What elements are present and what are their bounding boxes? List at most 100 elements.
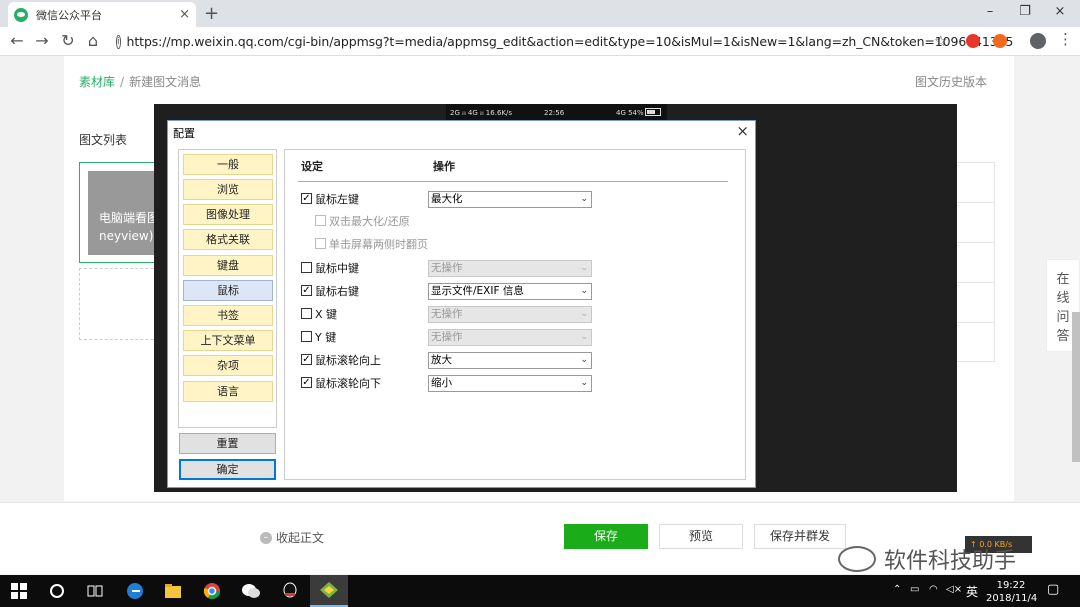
dialog-title: 配置 [173,127,195,140]
phone-battery-text: 4G 54% [616,108,644,117]
ask-char-1: 在 [1056,272,1070,287]
right-button-action-select[interactable]: 显示文件/EXIF 信息 ⌄ [428,283,592,300]
x-button-action-select: 无操作 ⌄ [428,306,592,323]
windows-start-icon[interactable] [0,575,38,607]
volume-mute-icon[interactable]: ◁× [946,584,962,595]
browser-menu-icon[interactable]: ⋮ [1058,30,1073,48]
chevron-down-icon: ⌄ [580,355,588,365]
y-button-label: Y 键 [315,331,337,344]
site-info-icon[interactable]: i [116,34,121,49]
collapse-body-button[interactable]: – 收起正文 [260,529,324,546]
chevron-down-icon: ⌄ [580,194,588,204]
maximize-button[interactable]: ❐ [1010,4,1040,19]
close-window-button[interactable]: × [1045,4,1075,19]
qq-icon[interactable] [271,575,309,607]
preview-button[interactable]: 预览 [659,524,743,549]
battery-tray-icon[interactable]: ▭ [910,584,919,595]
breadcrumb: 素材库 / 新建图文消息 [79,73,201,90]
breadcrumb-library-link[interactable]: 素材库 [79,75,115,89]
watermark: 软件科技助手 [838,543,1016,575]
single-click-label: 单击屏幕两侧时翻页 [329,238,428,251]
nav-item-language[interactable]: 语言 [183,381,273,402]
tray-up-arrow-icon[interactable]: ⌃ [893,584,901,595]
page-scrollbar[interactable] [1072,312,1080,462]
breadcrumb-separator: / [120,75,125,89]
nav-item-file-association[interactable]: 格式关联 [183,229,273,250]
y-button-action-value: 无操作 [431,331,463,343]
tab-title: 微信公众平台 [36,8,102,22]
reload-icon[interactable]: ↻ [57,31,79,50]
extension-orange-icon[interactable] [993,34,1007,48]
image-viewer-taskbar-icon[interactable] [310,575,348,607]
account-icon[interactable] [1030,33,1046,49]
cortana-search-icon[interactable] [38,575,76,607]
new-tab-button[interactable]: + [204,3,219,24]
chevron-down-icon: ⌄ [580,286,588,296]
dialog-close-icon[interactable]: × [736,122,749,140]
browser-tab[interactable]: 微信公众平台 × [8,2,196,27]
nav-item-general[interactable]: 一般 [183,154,273,175]
edge-browser-icon[interactable] [116,575,154,607]
wheel-up-action-value: 放大 [431,354,452,366]
right-button-checkbox[interactable]: ✓ [301,285,312,296]
wheel-down-label: 鼠标滚轮向下 [315,377,381,390]
nav-item-mouse[interactable]: 鼠标 [183,280,273,301]
collapse-body-label: 收起正文 [276,531,325,545]
extension-opera-icon[interactable] [966,34,980,48]
tab-close-icon[interactable]: × [179,7,190,22]
wechat-icon[interactable] [232,575,270,607]
y-button-checkbox[interactable] [301,331,312,342]
column-header-setting: 设定 [301,160,323,173]
ok-button[interactable]: 确定 [179,459,276,480]
chevron-down-icon: ⌄ [580,263,588,273]
left-button-action-select[interactable]: 最大化 ⌄ [428,191,592,208]
chevron-down-icon: ⌄ [580,378,588,388]
notification-icon[interactable]: ▢ [1047,582,1059,597]
wheel-down-checkbox[interactable]: ✓ [301,377,312,388]
ask-char-2: 线 [1056,291,1070,306]
save-and-publish-button[interactable]: 保存并群发 [754,524,846,549]
address-bar[interactable]: i https://mp.weixin.qq.com/cgi-bin/appms… [110,30,1013,53]
middle-button-checkbox[interactable] [301,262,312,273]
wheel-down-action-select[interactable]: 缩小 ⌄ [428,375,592,392]
url-text[interactable]: https://mp.weixin.qq.com/cgi-bin/appmsg?… [127,34,1014,49]
nav-item-misc[interactable]: 杂项 [183,355,273,376]
settings-nav-panel: 一般 浏览 图像处理 格式关联 键盘 鼠标 书签 上下文菜单 杂项 语言 [178,149,277,428]
header-divider [298,181,728,182]
bookmark-star-icon[interactable]: ☆ [934,32,947,50]
input-language[interactable]: 英 [966,583,978,600]
middle-button-action-select: 无操作 ⌄ [428,260,592,277]
nav-item-image-processing[interactable]: 图像处理 [183,204,273,225]
browser-toolbar: ← → ↻ ⌂ i https://mp.weixin.qq.com/cgi-b… [0,27,1080,56]
left-button-checkbox[interactable]: ✓ [301,193,312,204]
home-icon[interactable]: ⌂ [82,31,104,50]
minimize-button[interactable]: – [975,4,1005,19]
nav-item-context-menu[interactable]: 上下文菜单 [183,330,273,351]
single-click-checkbox [315,238,326,249]
wheel-up-checkbox[interactable]: ✓ [301,354,312,365]
file-explorer-icon[interactable] [154,575,192,607]
nav-item-keyboard[interactable]: 键盘 [183,255,273,276]
reset-button[interactable]: 重置 [179,433,276,454]
right-button-action-value: 显示文件/EXIF 信息 [431,285,524,297]
right-toolbar-grid [955,162,995,362]
middle-button-action-value: 无操作 [431,262,463,274]
right-button-label: 鼠标右键 [315,285,359,298]
clock-time: 19:22 [996,580,1026,591]
nav-item-bookmarks[interactable]: 书签 [183,305,273,326]
save-button[interactable]: 保存 [564,524,648,549]
network-tray-icon[interactable]: ◠ [929,584,938,595]
history-version-link[interactable]: 图文历史版本 [915,73,987,90]
forward-icon[interactable]: → [31,31,53,50]
chrome-icon[interactable] [193,575,231,607]
x-button-checkbox[interactable] [301,308,312,319]
wechat-favicon-icon [14,7,28,22]
taskbar-clock[interactable]: 19:22 2018/11/4 [986,579,1037,605]
task-view-icon[interactable] [76,575,114,607]
phone-signal: 2G ᵢₗₗ 4G ᵢₗₗ 16.6K/s [450,108,512,117]
wheel-up-action-select[interactable]: 放大 ⌄ [428,352,592,369]
article-list-title: 图文列表 [79,133,128,147]
back-icon[interactable]: ← [6,31,28,50]
nav-item-browse[interactable]: 浏览 [183,179,273,200]
wheel-down-action-value: 缩小 [431,377,452,389]
